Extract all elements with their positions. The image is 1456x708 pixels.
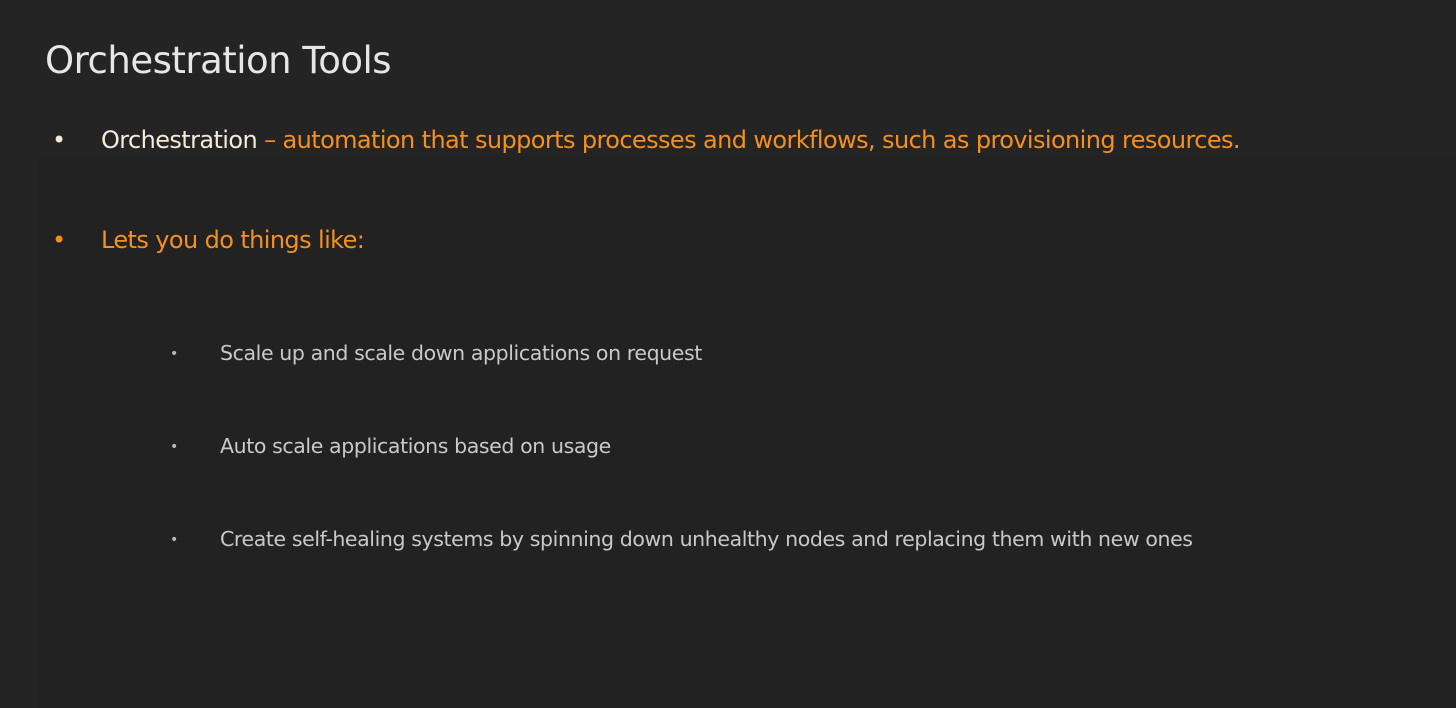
bullet-lets-you: • Lets you do things like: [52,224,365,256]
sub-bullet-marker: • [170,346,178,362]
sub-bullet-scale: • Scale up and scale down applications on… [170,339,702,368]
sub-bullet-self-healing: • Create self-healing systems by spinning… [170,525,1193,554]
bullet-term: Orchestration [101,126,258,154]
sub-bullet-marker: • [170,532,178,548]
bullet-marker: • [52,226,66,254]
sub-bullet-text: Create self-healing systems by spinning … [220,527,1193,551]
sub-bullet-text: Scale up and scale down applications on … [220,341,702,365]
sub-bullet-text: Auto scale applications based on usage [220,434,611,458]
bullet-definition: – automation that supports processes and… [257,126,1240,154]
slide: Orchestration Tools • Orchestration – aut… [0,0,1456,708]
bullet-marker: • [52,126,66,154]
bullet-orchestration: • Orchestration – automation that support… [52,124,1241,156]
bullet-text: Lets you do things like: [101,226,365,254]
sub-bullet-autoscale: • Auto scale applications based on usage [170,432,611,461]
sub-bullet-marker: • [170,439,178,455]
slide-title: Orchestration Tools [45,39,392,82]
